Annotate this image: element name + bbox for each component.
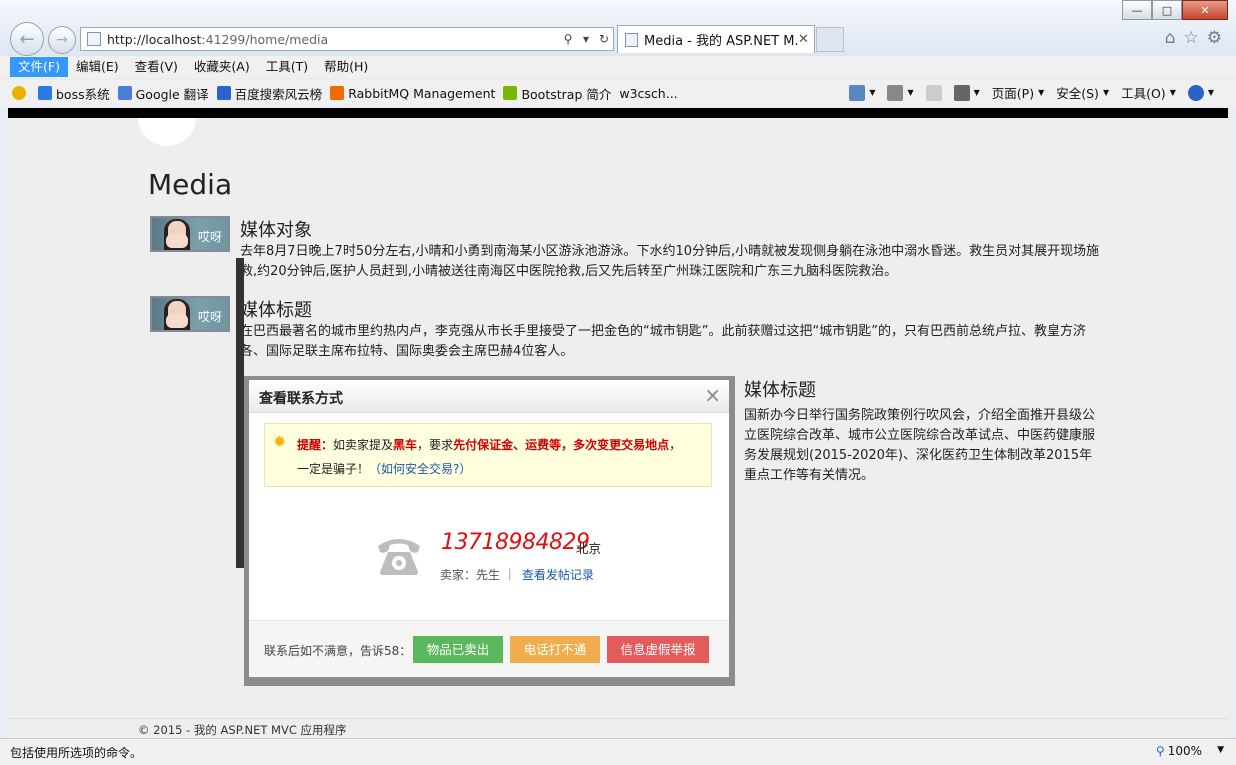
- refresh-icon[interactable]: ↻: [595, 32, 613, 46]
- modal-close-button[interactable]: ×: [704, 383, 721, 407]
- fav-bootstrap[interactable]: Bootstrap 简介: [503, 84, 611, 103]
- gear-icon[interactable]: ⚙: [1207, 28, 1222, 48]
- item-sold-button[interactable]: 物品已卖出: [413, 636, 503, 663]
- modal-footer: 联系后如不满意，告诉58： 物品已卖出 电话打不通 信息虚假举报: [249, 620, 729, 677]
- favorites-star-icon[interactable]: [12, 86, 30, 100]
- rabbitmq-icon: [330, 86, 345, 100]
- fav-w3cschool[interactable]: w3csch...: [619, 86, 677, 101]
- forward-arrow-icon: →: [56, 32, 68, 48]
- minimize-button[interactable]: —: [1122, 0, 1152, 20]
- browser-chrome: — □ ✕ ← → http://localhost:41299/home/me…: [0, 0, 1236, 56]
- logo-circle: [138, 118, 196, 146]
- translate-icon: [117, 86, 132, 100]
- w3c-icon: [503, 86, 518, 100]
- safety-menu[interactable]: 安全(S) ▼: [1056, 83, 1109, 102]
- menu-view[interactable]: 查看(V): [127, 57, 186, 77]
- city-label: 北京: [576, 541, 602, 556]
- media-item: 媒体标题 国新办今日举行国务院政策例行吹风会，介绍全面推开县级公立医院综合改革、…: [744, 376, 1104, 486]
- modal-header: 查看联系方式 ×: [249, 380, 729, 413]
- media-body: 在巴西最著名的城市里约热内卢，李克强从市长手里接受了一把金色的“城市钥匙”。此前…: [240, 324, 1086, 359]
- tip-line-2: 一定是骗子！（如何安全交易?）: [297, 462, 472, 476]
- address-bar[interactable]: http://localhost:41299/home/media ⚲ ▾ ↻: [80, 27, 614, 51]
- media-thumbnail: 哎呀: [150, 216, 230, 252]
- new-tab-button[interactable]: [816, 27, 844, 52]
- contact-modal: 查看联系方式 × ✹ 提醒：如卖家提及黑车，要求先付保证金、运费等，多次变更交易…: [249, 380, 729, 677]
- zoom-control[interactable]: ⚲ 100%: [1156, 744, 1202, 758]
- dropdown-icon[interactable]: ▾: [577, 32, 595, 46]
- page-icon: [87, 32, 101, 46]
- tab-title: Media - 我的 ASP.NET M...: [644, 34, 798, 49]
- command-bar: ▼ ▼ ▼ 页面(P) ▼ 安全(S) ▼ 工具(O) ▼ ▼: [837, 83, 1214, 102]
- tip-line-1: 提醒：如卖家提及黑车，要求先付保证金、运费等，多次变更交易地点，: [297, 438, 682, 452]
- media-body: 国新办今日举行国务院政策例行吹风会，介绍全面推开县级公立医院综合改革、城市公立医…: [744, 408, 1096, 483]
- back-button[interactable]: ←: [10, 22, 44, 56]
- phone-unreachable-button[interactable]: 电话打不通: [510, 636, 600, 663]
- rss-icon: [887, 84, 904, 101]
- maximize-button[interactable]: □: [1152, 0, 1182, 20]
- menu-bar: 文件(F) 编辑(E) 查看(V) 收藏夹(A) 工具(T) 帮助(H): [0, 56, 1236, 78]
- tab-media[interactable]: Media - 我的 ASP.NET M... ✕: [617, 25, 815, 53]
- print-command[interactable]: ▼: [953, 84, 980, 101]
- back-arrow-icon: ←: [19, 28, 35, 50]
- feeds-command[interactable]: ▼: [887, 84, 914, 101]
- menu-favorites[interactable]: 收藏夹(A): [186, 57, 258, 77]
- safety-tip: ✹ 提醒：如卖家提及黑车，要求先付保证金、运费等，多次变更交易地点， 一定是骗子…: [264, 423, 712, 487]
- ie-icon: [38, 86, 52, 100]
- help-command[interactable]: ▼: [1187, 84, 1214, 101]
- safe-trade-link[interactable]: （如何安全交易?）: [369, 462, 471, 476]
- modal-title: 查看联系方式: [259, 391, 343, 407]
- feedback-label: 联系后如不满意，告诉58：: [264, 644, 412, 658]
- menu-help[interactable]: 帮助(H): [316, 57, 376, 77]
- telephone-icon: [378, 539, 420, 575]
- window-controls: — □ ✕: [1122, 0, 1228, 20]
- home-icon[interactable]: ⌂: [1165, 28, 1176, 48]
- search-icon[interactable]: ⚲: [559, 32, 577, 46]
- fav-rabbitmq[interactable]: RabbitMQ Management: [330, 86, 495, 101]
- menu-tools[interactable]: 工具(T): [258, 57, 316, 77]
- media-thumbnail: 哎呀: [150, 296, 230, 332]
- footer-divider: [8, 718, 1228, 719]
- tab-close-button[interactable]: ✕: [798, 32, 814, 47]
- zoom-dropdown-icon[interactable]: ▼: [1217, 745, 1224, 755]
- home-icon: [849, 84, 866, 101]
- media-heading: 媒体对象: [240, 220, 312, 241]
- toolbar-right-icons: ⌂ ☆ ⚙: [1165, 28, 1222, 48]
- lightbulb-icon: ✹: [273, 432, 287, 451]
- forward-button[interactable]: →: [48, 26, 76, 54]
- page-title: Media: [148, 168, 233, 201]
- image-strip: [236, 258, 244, 568]
- post-history-link[interactable]: 查看发帖记录: [522, 568, 594, 582]
- mail-icon: [925, 84, 942, 101]
- media-body: 去年8月7日晚上7时50分左右,小晴和小勇到南海某小区游泳池游泳。下水约10分钟…: [240, 244, 1100, 279]
- close-window-button[interactable]: ✕: [1182, 0, 1228, 20]
- media-heading: 媒体标题: [744, 380, 816, 401]
- url-text[interactable]: http://localhost:41299/home/media: [107, 32, 559, 47]
- home-command[interactable]: ▼: [849, 84, 875, 101]
- page-icon: [625, 32, 638, 47]
- fav-google-translate[interactable]: Google 翻译: [117, 84, 209, 103]
- seller-info: 卖家：先生 ｜查看发帖记录: [440, 568, 594, 582]
- mail-command[interactable]: [925, 84, 942, 101]
- printer-icon: [953, 84, 970, 101]
- menu-file[interactable]: 文件(F): [10, 57, 68, 77]
- phone-number: 13718984829: [441, 530, 590, 555]
- status-bar: 包括使用所选项的命令。 ⚲ 100% ▼: [0, 738, 1236, 765]
- menu-edit[interactable]: 编辑(E): [68, 57, 127, 77]
- zoom-icon: ⚲: [1155, 744, 1165, 758]
- report-fake-button[interactable]: 信息虚假举报: [607, 636, 709, 663]
- page-footer: © 2015 - 我的 ASP.NET MVC 应用程序: [138, 723, 347, 737]
- status-text: 包括使用所选项的命令。: [10, 746, 143, 760]
- help-icon: [1187, 84, 1204, 101]
- tools-menu[interactable]: 工具(O) ▼: [1121, 83, 1176, 102]
- site-navbar: [8, 108, 1228, 118]
- fav-boss[interactable]: boss系统: [38, 84, 110, 103]
- media-heading: 媒体标题: [240, 300, 312, 321]
- contact-info: 13718984829 北京 卖家：先生 ｜查看发帖记录: [249, 520, 729, 590]
- baidu-paw-icon: [216, 86, 231, 100]
- fav-baidu[interactable]: 百度搜索风云榜: [216, 84, 322, 103]
- page-menu[interactable]: 页面(P) ▼: [992, 83, 1044, 102]
- star-icon[interactable]: ☆: [1184, 28, 1199, 48]
